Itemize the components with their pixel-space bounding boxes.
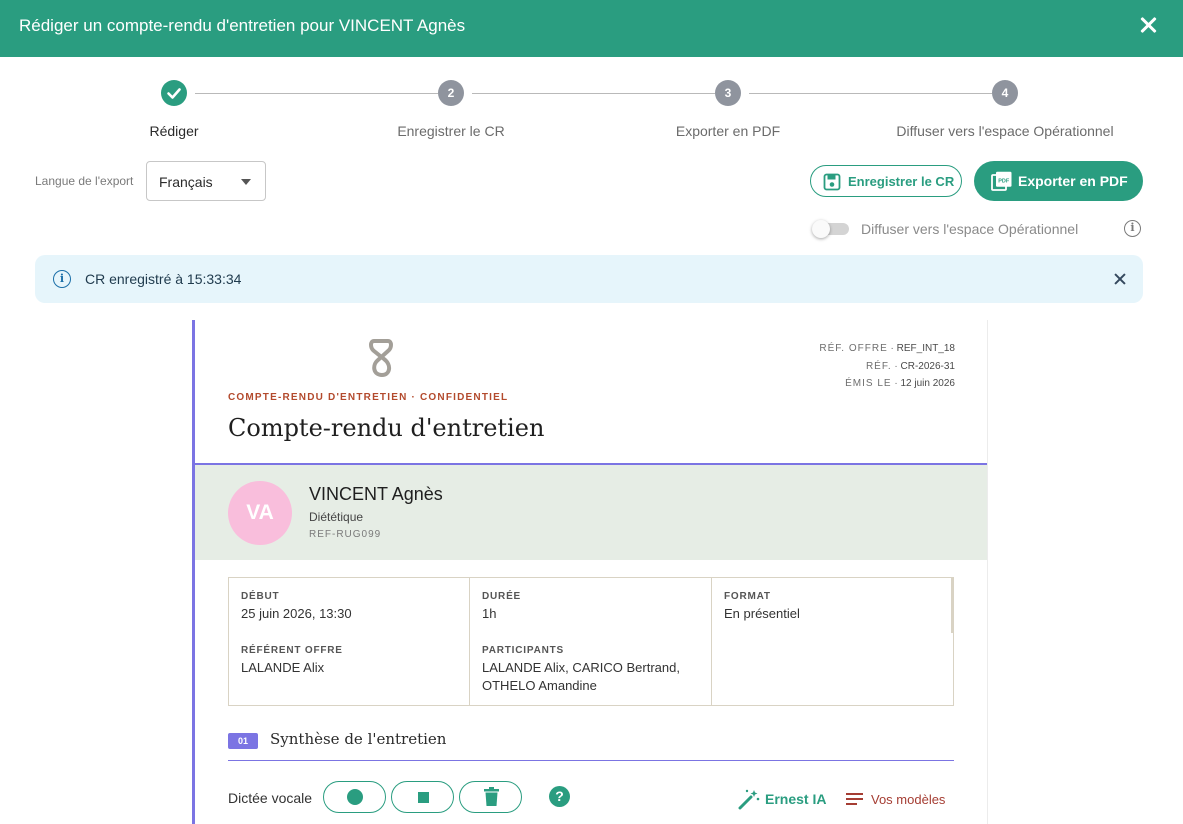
stop-button[interactable] [391, 781, 454, 813]
ref-offer: RÉF. OFFRE · REF_INT_18 [819, 343, 955, 354]
saved-alert-text: CR enregistré à 15:33:34 [85, 271, 242, 287]
ref-issued: ÉMIS LE · 12 juin 2026 [845, 378, 955, 389]
trash-icon [484, 787, 499, 806]
avatar: VA [228, 481, 292, 545]
voice-dictation-label: Dictée vocale [228, 790, 313, 806]
diffuse-toggle[interactable] [812, 220, 850, 238]
referent-label: RÉFÉRENT OFFRE [241, 645, 343, 656]
saved-alert: i CR enregistré à 15:33:34 [35, 255, 1143, 303]
export-language-select[interactable]: Français [146, 161, 266, 201]
cr-document: COMPTE-RENDU D'ENTRETIEN · CONFIDENTIEL … [192, 320, 987, 824]
templates-label: Vos modèles [871, 792, 946, 807]
step-connector [472, 93, 715, 94]
step-3-label[interactable]: Exporter en PDF [598, 123, 858, 139]
document-title: Compte-rendu d'entretien [228, 414, 545, 442]
delete-recording-button[interactable] [459, 781, 522, 813]
svg-text:PDF: PDF [998, 179, 1010, 185]
export-language-label: Langue de l'export [35, 174, 134, 188]
section-title: Synthèse de l'entretien [270, 730, 447, 748]
document-kicker: COMPTE-RENDU D'ENTRETIEN · CONFIDENTIEL [228, 392, 509, 403]
step-4-label[interactable]: Diffuser vers l'espace Opérationnel [875, 123, 1135, 139]
format-value: En présentiel [724, 606, 800, 621]
meta-column: FORMAT En présentiel [712, 578, 953, 633]
debut-value: 25 juin 2026, 13:30 [241, 606, 352, 621]
ref-cr: RÉF. · CR-2026-31 [865, 360, 955, 372]
referent-value: LALANDE Alix [241, 660, 325, 675]
record-icon [347, 789, 363, 805]
step-connector [195, 93, 438, 94]
export-pdf-button[interactable]: PDF Exporter en PDF [974, 161, 1143, 201]
info-icon[interactable]: i [1124, 220, 1141, 237]
debut-label: DÉBUT [241, 591, 280, 602]
export-pdf-label: Exporter en PDF [1018, 173, 1128, 189]
meta-column: DÉBUT 25 juin 2026, 13:30 RÉFÉRENT OFFRE… [229, 578, 470, 705]
step-connector [749, 93, 992, 94]
info-icon: i [53, 270, 71, 288]
candidate-specialty: Diététique [309, 510, 364, 524]
step-1-label[interactable]: Rédiger [44, 123, 304, 139]
save-cr-label: Enregistrer le CR [848, 174, 955, 189]
templates-button[interactable]: Vos modèles [845, 790, 945, 811]
participants-label: PARTICIPANTS [482, 645, 565, 656]
stop-icon [418, 792, 429, 803]
company-logo-icon [368, 338, 394, 383]
close-icon[interactable] [1137, 14, 1159, 36]
step-3-number[interactable]: 3 [715, 80, 741, 106]
section-divider [228, 760, 954, 761]
participants-value: LALANDE Alix, CARICO Bertrand, OTHELO Am… [482, 660, 680, 693]
duree-value: 1h [482, 606, 497, 621]
step-1-check-icon[interactable] [161, 80, 187, 106]
document-references: RÉF. OFFRE · REF_INT_18 RÉF. · CR-2026-3… [819, 340, 955, 393]
candidate-name: VINCENT Agnès [309, 484, 443, 504]
format-label: FORMAT [724, 591, 771, 602]
save-cr-button[interactable]: Enregistrer le CR [810, 165, 962, 197]
dialog-header: Rédiger un compte-rendu d'entretien pour… [0, 0, 1183, 57]
meta-column: DURÉE 1h PARTICIPANTS LALANDE Alix, CARI… [470, 578, 712, 705]
pdf-file-icon: PDF [991, 171, 1013, 194]
caret-down-icon [241, 179, 251, 185]
candidate-card: VA VINCENT Agnès Diététique REF-RUG099 [195, 465, 987, 560]
stepper: 2 3 4 Rédiger Enregistrer le CR Exporter… [0, 80, 1183, 150]
step-4-number[interactable]: 4 [992, 80, 1018, 106]
section-number-badge: 01 [228, 733, 258, 749]
ernest-ia-label: Ernest IA [765, 791, 827, 807]
magic-wand-icon [737, 789, 761, 813]
menu-lines-icon [845, 793, 865, 811]
step-2-label[interactable]: Enregistrer le CR [321, 123, 581, 139]
duree-label: DURÉE [482, 591, 522, 602]
record-button[interactable] [323, 781, 386, 813]
close-alert-icon[interactable] [1113, 272, 1127, 286]
ernest-ia-button[interactable]: Ernest IA [737, 788, 826, 813]
diffuse-label: Diffuser vers l'espace Opérationnel [861, 221, 1079, 237]
export-language-value: Français [159, 174, 213, 190]
step-2-number[interactable]: 2 [438, 80, 464, 106]
help-icon[interactable]: ? [549, 786, 570, 807]
candidate-ref: REF-RUG099 [309, 529, 382, 540]
floppy-disk-icon [823, 173, 841, 194]
interview-meta-table: DÉBUT 25 juin 2026, 13:30 RÉFÉRENT OFFRE… [228, 577, 954, 706]
toggle-knob [812, 220, 830, 238]
dialog-title: Rédiger un compte-rendu d'entretien pour… [19, 16, 466, 35]
